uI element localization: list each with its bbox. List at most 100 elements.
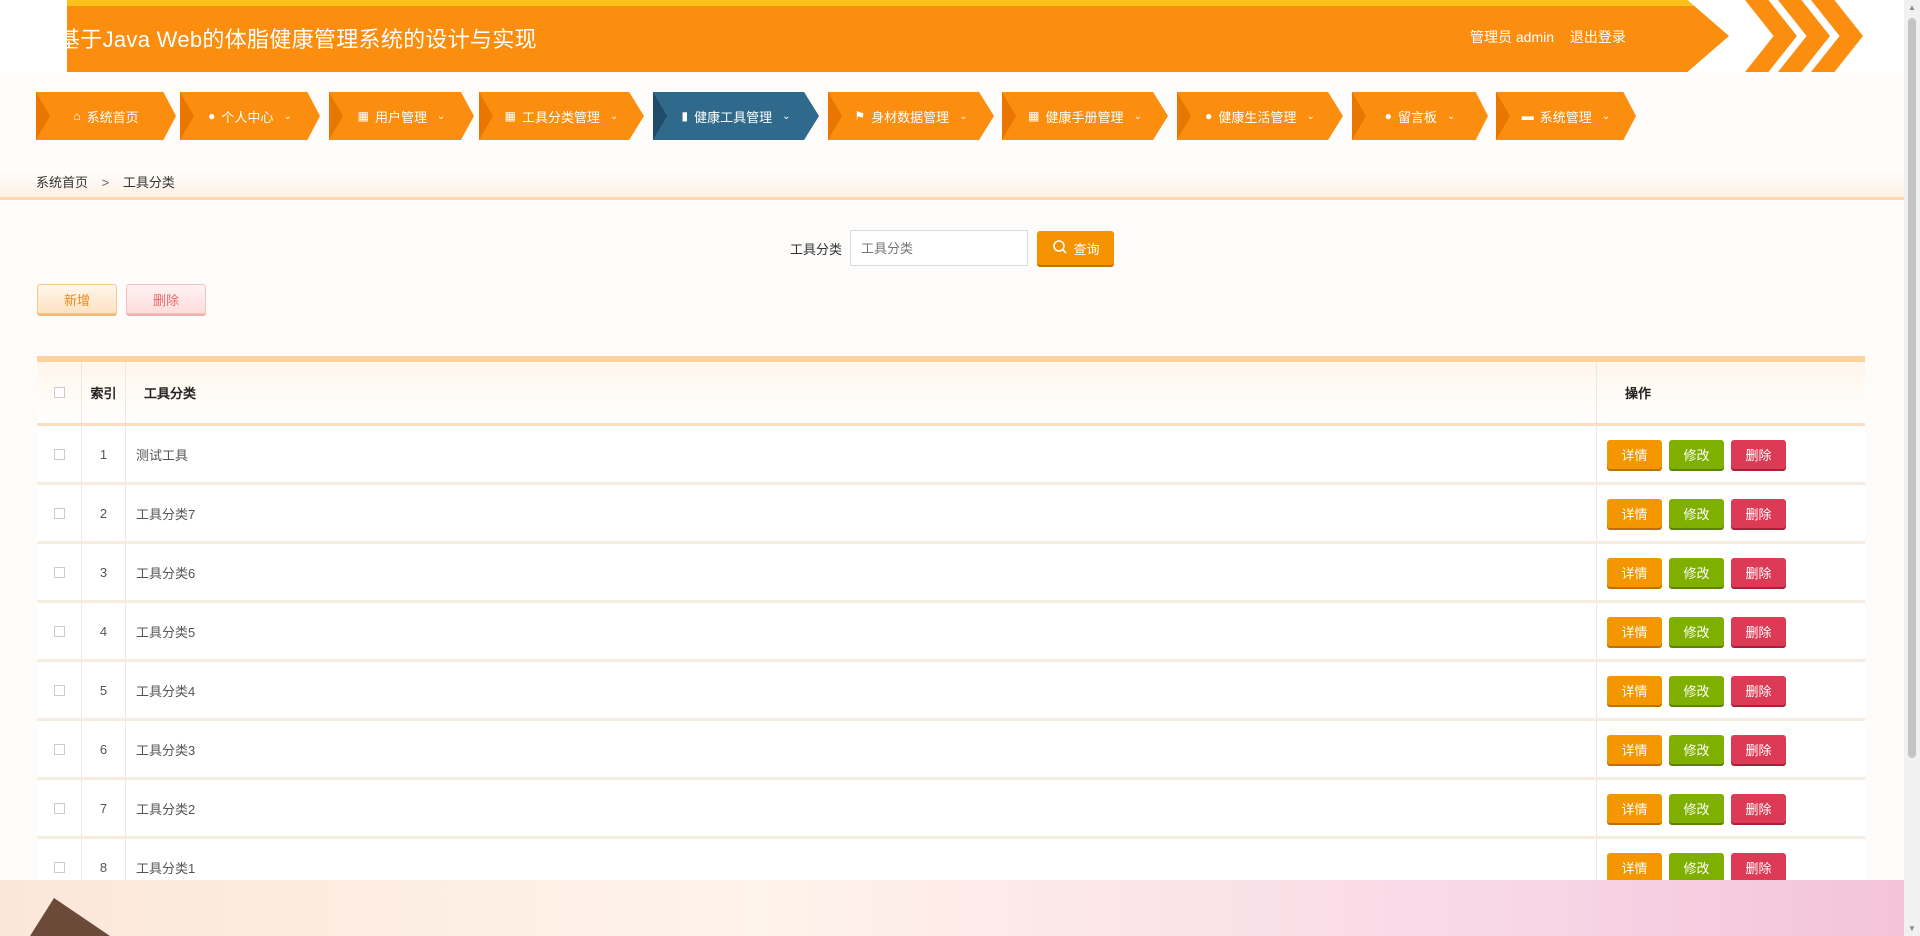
table-row: 5 工具分类4 详情 修改 删除: [37, 662, 1865, 721]
row-checkbox[interactable]: [53, 625, 65, 637]
column-header-name: 工具分类: [126, 362, 1597, 423]
detail-button[interactable]: 详情: [1607, 616, 1662, 646]
footer-background: [0, 880, 1904, 936]
delete-button[interactable]: 删除: [1731, 734, 1786, 764]
main-nav: ⌂ 系统首页 ● 个人中心 ⌄ ▦ 用户管理 ⌄ ▦ 工具分类管理 ⌄ ▮ 健康…: [36, 92, 1656, 140]
edit-button[interactable]: 修改: [1669, 439, 1724, 469]
chevron-down-icon: ⌄: [609, 110, 619, 122]
table-row: 4 工具分类5 详情 修改 删除: [37, 603, 1865, 662]
row-select-cell: [37, 603, 82, 659]
edit-button[interactable]: 修改: [1669, 557, 1724, 587]
table-row: 6 工具分类3 详情 修改 删除: [37, 721, 1865, 780]
chevron-down-icon: ⌄: [283, 110, 292, 122]
search-input[interactable]: [850, 230, 1029, 266]
detail-button[interactable]: 详情: [1607, 852, 1662, 882]
grid-icon: ▦: [504, 109, 516, 123]
edit-button[interactable]: 修改: [1669, 675, 1724, 705]
user-area: 管理员 admin 退出登录: [1470, 27, 1638, 47]
chevron-down-icon: ⌄: [1601, 110, 1611, 122]
add-button[interactable]: 新增: [37, 284, 117, 314]
nav-item-personal[interactable]: ● 个人中心 ⌄: [180, 92, 320, 140]
chart-icon: ▮: [681, 109, 689, 123]
detail-button[interactable]: 详情: [1607, 557, 1662, 587]
nav-item-body-data[interactable]: ⚑ 身材数据管理 ⌄: [828, 92, 994, 140]
breadcrumb-current: 工具分类: [122, 175, 175, 190]
delete-button[interactable]: 删除: [1731, 675, 1786, 705]
edit-button[interactable]: 修改: [1669, 793, 1724, 823]
nav-item-label: 健康工具管理: [694, 109, 773, 125]
detail-button[interactable]: 详情: [1607, 734, 1662, 764]
row-index: 7: [82, 780, 126, 836]
edit-button[interactable]: 修改: [1669, 616, 1724, 646]
row-actions: 详情 修改 删除: [1597, 426, 1865, 482]
user-icon: ●: [1205, 109, 1213, 123]
column-header-index: 索引: [82, 362, 126, 423]
row-select-cell: [37, 780, 82, 836]
row-checkbox[interactable]: [53, 507, 65, 519]
logout-link[interactable]: 退出登录: [1570, 29, 1626, 45]
search-icon: [1052, 239, 1068, 258]
chevron-down-icon: ⌄: [1446, 110, 1456, 122]
nav-item-users[interactable]: ▦ 用户管理 ⌄: [329, 92, 474, 140]
scroll-up-icon[interactable]: ▲: [1908, 3, 1916, 12]
vertical-scrollbar[interactable]: ▲ ▼: [1904, 0, 1920, 936]
detail-button[interactable]: 详情: [1607, 498, 1662, 528]
row-select-cell: [37, 485, 82, 541]
nav-item-health-manual[interactable]: ▦ 健康手册管理 ⌄: [1002, 92, 1168, 140]
edit-button[interactable]: 修改: [1669, 852, 1724, 882]
search-bar: 工具分类 查询: [790, 230, 1115, 266]
chevron-down-icon: ⌄: [1133, 110, 1142, 122]
scrollbar-thumb[interactable]: [1908, 18, 1916, 758]
row-checkbox[interactable]: [53, 684, 65, 696]
row-actions: 详情 修改 删除: [1597, 485, 1865, 541]
table-header: 索引 工具分类 操作: [37, 362, 1865, 426]
batch-delete-button[interactable]: 删除: [126, 284, 206, 314]
nav-item-tool-category[interactable]: ▦ 工具分类管理 ⌄: [479, 92, 644, 140]
print-icon: ▬: [1521, 109, 1534, 123]
nav-item-health-tools[interactable]: ▮ 健康工具管理 ⌄: [653, 92, 819, 140]
nav-item-healthy-life[interactable]: ● 健康生活管理 ⌄: [1177, 92, 1343, 140]
delete-button[interactable]: 删除: [1731, 793, 1786, 823]
table-row: 3 工具分类6 详情 修改 删除: [37, 544, 1865, 603]
nav-item-system[interactable]: ▬ 系统管理 ⌄: [1496, 92, 1636, 140]
row-checkbox[interactable]: [53, 566, 65, 578]
scroll-down-icon[interactable]: ▼: [1908, 924, 1916, 933]
current-user: 管理员 admin: [1470, 29, 1555, 45]
row-index: 1: [82, 426, 126, 482]
select-all-checkbox[interactable]: [53, 387, 65, 398]
row-checkbox[interactable]: [53, 861, 65, 873]
edit-button[interactable]: 修改: [1669, 734, 1724, 764]
row-name: 工具分类3: [126, 721, 1597, 777]
table-body: 1 测试工具 详情 修改 删除 2 工具分类7 详情 修改 删除 3 工具分类6 详情 修改 删除 4 工具分类…: [37, 426, 1865, 898]
row-index: 2: [82, 485, 126, 541]
row-index: 5: [82, 662, 126, 718]
nav-item-home[interactable]: ⌂ 系统首页: [36, 92, 176, 140]
bulb-icon: ●: [1384, 109, 1392, 123]
nav-item-message-board[interactable]: ● 留言板 ⌄: [1352, 92, 1488, 140]
row-checkbox[interactable]: [53, 802, 65, 814]
table-row: 1 测试工具 详情 修改 删除: [37, 426, 1865, 485]
delete-button[interactable]: 删除: [1731, 439, 1786, 469]
row-checkbox[interactable]: [53, 448, 65, 460]
detail-button[interactable]: 详情: [1607, 439, 1662, 469]
chevron-down-icon: ⌄: [1306, 110, 1315, 122]
detail-button[interactable]: 详情: [1607, 675, 1662, 705]
delete-button[interactable]: 删除: [1731, 852, 1786, 882]
row-name: 测试工具: [126, 426, 1597, 482]
breadcrumb-home[interactable]: 系统首页: [36, 175, 88, 190]
edit-button[interactable]: 修改: [1669, 498, 1724, 528]
home-icon: ⌂: [73, 109, 81, 123]
row-checkbox[interactable]: [53, 743, 65, 755]
detail-button[interactable]: 详情: [1607, 793, 1662, 823]
row-select-cell: [37, 544, 82, 600]
search-button[interactable]: 查询: [1037, 231, 1115, 265]
delete-button[interactable]: 删除: [1731, 498, 1786, 528]
row-index: 3: [82, 544, 126, 600]
breadcrumb-separator: >: [101, 175, 110, 190]
row-index: 6: [82, 721, 126, 777]
delete-button[interactable]: 删除: [1731, 616, 1786, 646]
row-name: 工具分类4: [126, 662, 1597, 718]
breadcrumb: 系统首页 > 工具分类: [0, 168, 1904, 200]
nav-item-label: 健康手册管理: [1045, 109, 1124, 125]
delete-button[interactable]: 删除: [1731, 557, 1786, 587]
